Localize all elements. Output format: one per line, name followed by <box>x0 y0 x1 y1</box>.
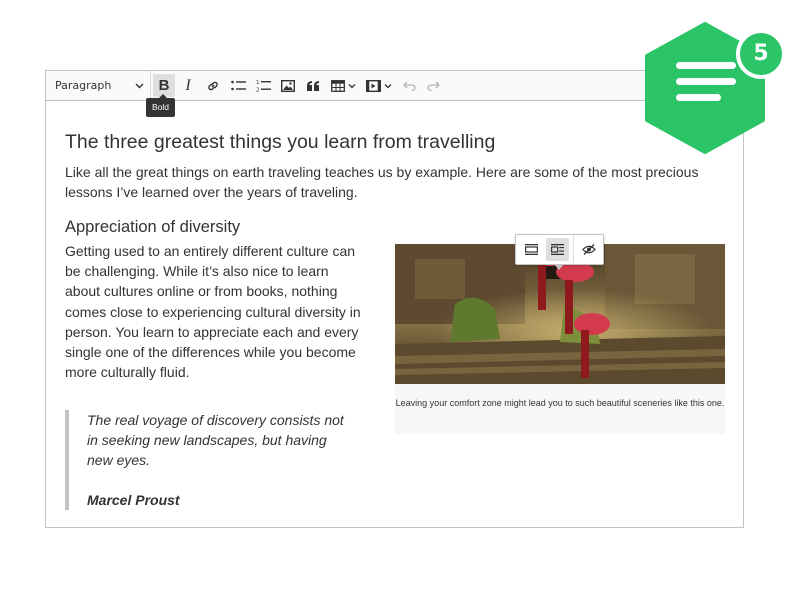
alt-text-icon <box>581 240 596 259</box>
italic-icon: I <box>185 76 191 94</box>
full-size-image-button[interactable] <box>520 238 543 261</box>
notification-count-badge: 5 <box>736 29 786 79</box>
svg-text:1: 1 <box>256 80 260 86</box>
side-image-button[interactable] <box>546 238 569 261</box>
heading-dropdown-label: Paragraph <box>55 79 112 92</box>
numbered-list-button[interactable]: 12 <box>252 74 274 97</box>
toolbar-separator <box>573 235 574 264</box>
editable-content[interactable]: The three greatest things you learn from… <box>46 101 743 527</box>
undo-icon <box>402 81 416 91</box>
document-title: The three greatest things you learn from… <box>65 131 496 153</box>
quote-author: Marcel Proust <box>87 491 180 508</box>
intro-paragraph: Like all the great things on earth trave… <box>65 164 699 200</box>
full-size-image-icon <box>525 240 539 259</box>
image-toolbar <box>515 234 604 270</box>
insert-image-button[interactable] <box>277 74 299 97</box>
heading-dropdown[interactable]: Paragraph <box>46 71 151 100</box>
undo-button[interactable] <box>399 74 419 97</box>
section-heading: Appreciation of diversity <box>65 218 241 236</box>
chevron-down-icon <box>348 83 356 89</box>
svg-text:2: 2 <box>256 88 260 93</box>
italic-button[interactable]: I <box>177 74 199 97</box>
redo-icon <box>426 81 440 91</box>
image-figure[interactable]: Leaving your comfort zone might lead you… <box>395 244 725 434</box>
quote-text: The real voyage of discovery consists no… <box>87 412 344 469</box>
link-icon <box>206 79 220 93</box>
editor-toolbar: Paragraph B I 12 <box>46 71 743 101</box>
image-caption[interactable]: Leaving your comfort zone might lead you… <box>395 396 725 410</box>
rich-text-editor: Paragraph B I 12 The three greatest thin… <box>45 70 744 528</box>
media-icon <box>365 79 381 92</box>
bold-icon: B <box>158 77 170 94</box>
bulleted-list-button[interactable] <box>227 74 249 97</box>
bulleted-list-icon <box>230 80 246 92</box>
body-paragraph: Getting used to an entirely different cu… <box>65 243 361 381</box>
bold-tooltip: Bold <box>146 94 176 117</box>
link-button[interactable] <box>202 74 224 97</box>
redo-button[interactable] <box>423 74 443 97</box>
quote-icon <box>306 80 320 91</box>
insert-media-button[interactable] <box>363 74 394 97</box>
alt-text-button[interactable] <box>577 238 600 261</box>
block-quote: The real voyage of discovery consists no… <box>65 410 355 510</box>
chevron-down-icon <box>384 83 392 89</box>
table-icon <box>330 79 345 92</box>
numbered-list-icon: 12 <box>256 79 271 92</box>
insert-table-button[interactable] <box>328 74 358 97</box>
side-image-icon <box>551 240 564 259</box>
block-quote-button[interactable] <box>302 74 324 97</box>
image-icon <box>281 79 295 92</box>
